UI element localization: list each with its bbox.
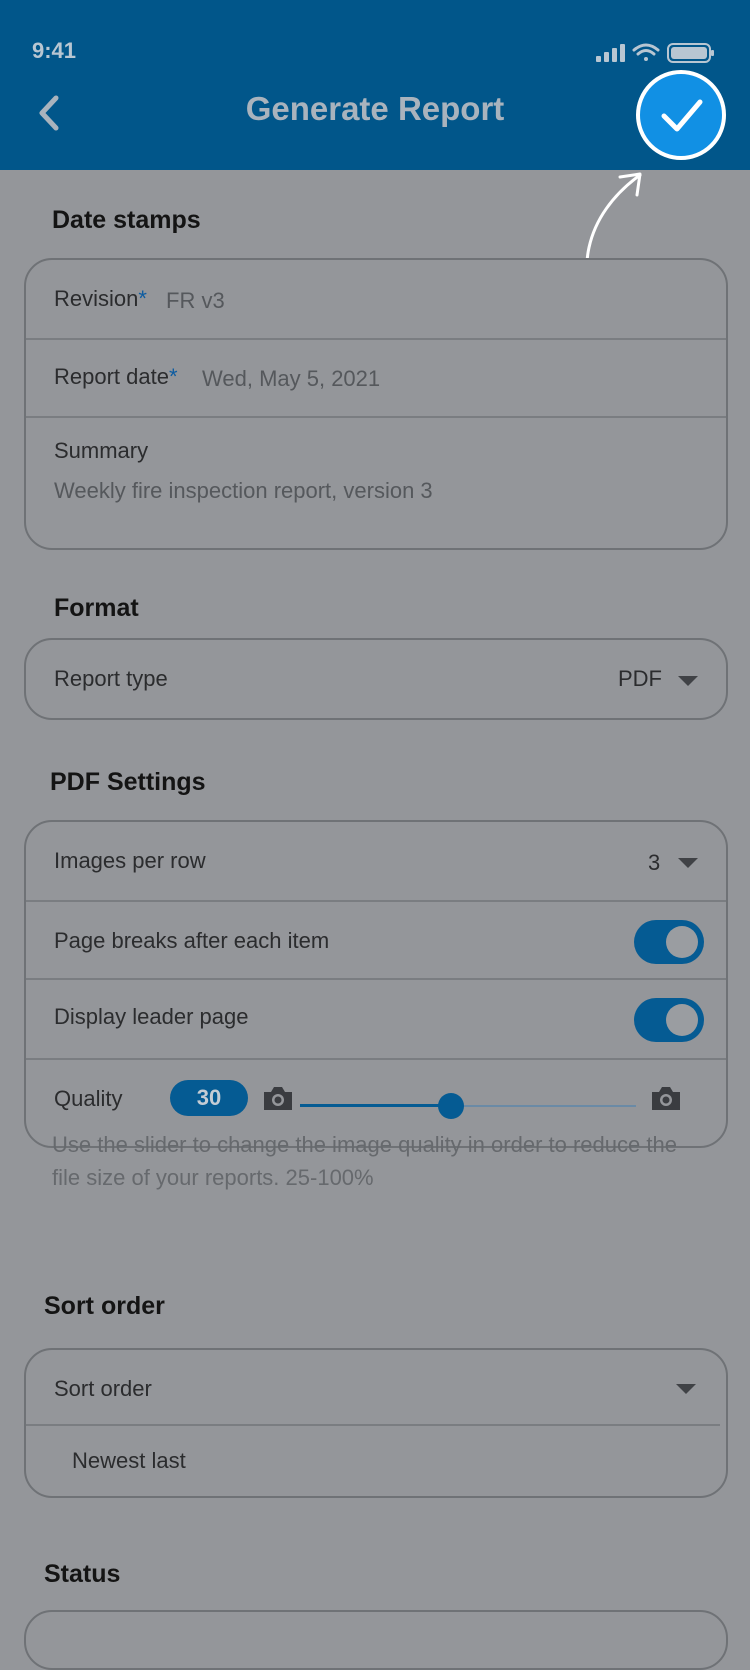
sort-order-select[interactable]: Sort order [26,1350,726,1424]
page-breaks-label: Page breaks after each item [54,928,330,953]
page-breaks-row: Page breaks after each item [26,900,726,978]
quality-hint: Use the slider to change the image quali… [52,1132,677,1190]
app-header: 9:41 Generate Report [0,0,750,170]
required-mark: * [168,364,178,389]
wifi-icon [632,43,660,61]
quality-slider[interactable] [300,1093,636,1119]
images-per-row-value: 3 [648,850,661,875]
status-time: 9:41 [32,38,77,63]
status-card [24,1610,728,1670]
caret-down-icon [678,858,698,868]
status-icons [596,42,714,69]
caret-down-icon [678,676,698,686]
sort-order-option[interactable]: Newest last [26,1426,726,1498]
camera-icon [264,1087,292,1110]
slider-fill [300,1104,451,1107]
section-title-sort-order: Sort order [44,1292,165,1320]
sort-order-label: Sort order [54,1376,152,1401]
section-title-pdf-settings: PDF Settings [50,768,206,796]
revision-row[interactable]: Revision* FR v3 [26,260,726,338]
toggle-knob [666,1004,698,1036]
pdf-settings-card: Images per row 3 Page breaks after each … [24,820,728,1148]
images-per-row-label: Images per row [54,848,206,873]
signal-icon [596,44,625,62]
required-mark: * [138,286,147,311]
quality-value-badge: 30 [170,1080,248,1116]
revision-value: FR v3 [166,288,225,313]
report-date-value: Wed, May 5, 2021 [202,366,381,391]
caret-down-icon [676,1384,696,1394]
page-breaks-toggle[interactable] [634,920,704,964]
section-title-date-stamps: Date stamps [52,206,201,234]
report-type-select[interactable]: Report type PDF [26,640,726,720]
leader-page-label: Display leader page [54,1004,249,1029]
checkmark-icon [661,99,703,132]
revision-label: Revision* [54,286,147,311]
sort-order-value: Newest last [72,1448,186,1473]
format-card: Report type PDF [24,638,728,720]
leader-page-row: Display leader page [26,978,726,1058]
leader-page-toggle[interactable] [634,998,704,1042]
summary-value: Weekly fire inspection report, version 3 [54,478,433,503]
images-per-row-select[interactable]: Images per row 3 [26,822,726,900]
summary-label: Summary [54,438,149,463]
slider-thumb[interactable] [438,1093,464,1119]
summary-row[interactable]: Summary Weekly fire inspection report, v… [26,416,726,550]
report-type-value: PDF [618,666,662,691]
date-stamps-card: Revision* FR v3 Report date* Wed, May 5,… [24,258,728,550]
battery-icon [667,43,714,63]
confirm-button[interactable] [636,70,726,160]
camera-icon [652,1087,680,1110]
sort-order-card: Sort order Newest last [24,1348,728,1498]
report-date-row[interactable]: Report date* Wed, May 5, 2021 [26,338,726,416]
report-date-label: Report date* [54,364,178,389]
toggle-knob [666,926,698,958]
report-type-label: Report type [54,666,168,691]
section-title-format: Format [54,594,139,622]
section-title-status: Status [44,1560,121,1588]
quality-label: Quality [54,1086,123,1111]
